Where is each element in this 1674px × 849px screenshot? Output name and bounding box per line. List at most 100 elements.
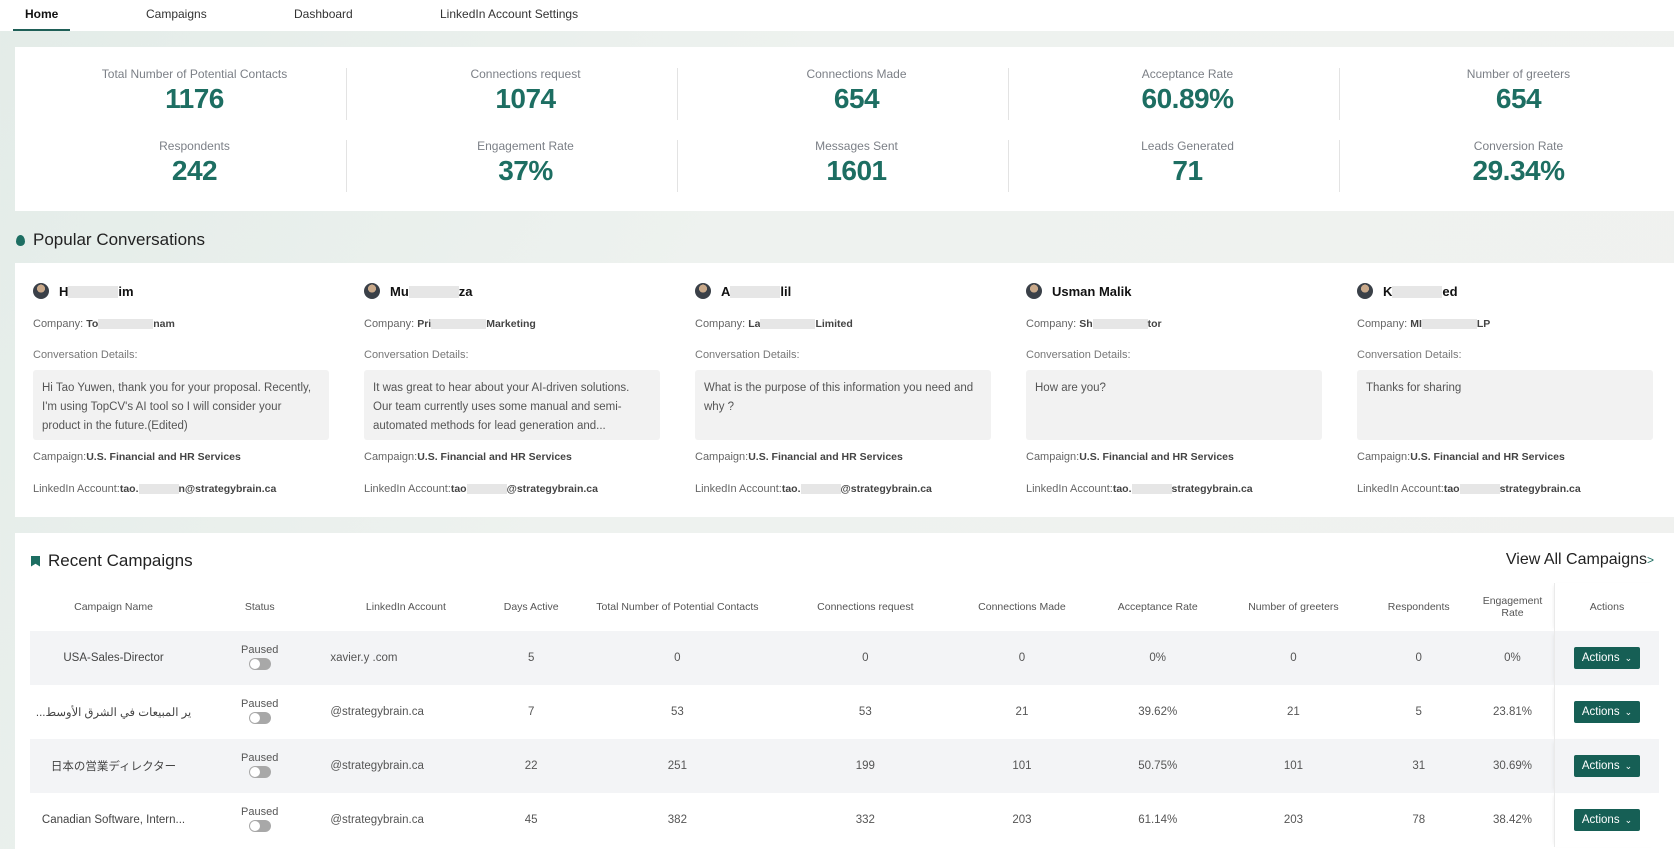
cell-days: 45: [524, 814, 538, 826]
cell-engagement: 0%: [1470, 631, 1555, 685]
campaign-name[interactable]: USA-Sales-Director: [30, 631, 198, 685]
contact-name: Usman Malik: [1052, 283, 1132, 299]
status-toggle[interactable]: [248, 819, 271, 832]
column-header: Number of greeters: [1248, 601, 1339, 613]
stat-label: Messages Sent: [815, 139, 898, 153]
cell-made: 21: [1015, 706, 1029, 718]
stat-card: Connections Made 654: [691, 67, 1022, 115]
cell-days: 5: [489, 631, 573, 685]
conversation-message: How are you?: [1026, 370, 1322, 440]
cell-requests: 332: [855, 814, 875, 826]
tab-linkedin-account-settings[interactable]: LinkedIn Account Settings: [440, 0, 578, 31]
stat-value: 654: [1495, 83, 1542, 114]
company-line: Company: MI LP: [1357, 318, 1491, 330]
status-toggle[interactable]: [248, 657, 271, 670]
stat-value: 1601: [826, 155, 887, 186]
status-toggle[interactable]: [248, 765, 271, 778]
tab-home[interactable]: Home: [12, 0, 71, 31]
actions-button[interactable]: Actions ⌄: [1573, 647, 1641, 669]
divider: [1008, 68, 1009, 120]
table-row: ...ير المبيعات في الشرق الأوسط Paused @s…: [30, 685, 1659, 739]
stat-label: Connections Made: [806, 67, 907, 81]
cell-greeters: 21: [1287, 706, 1300, 718]
stat-label: Connections request: [470, 67, 581, 81]
actions-button[interactable]: Actions ⌄: [1573, 701, 1641, 723]
linkedin-account: @strategybrain.ca: [330, 814, 424, 826]
column-header: Days Active: [503, 601, 559, 613]
cell-days: 22: [489, 739, 573, 793]
column-header: Respondents: [1387, 601, 1450, 613]
avatar: [364, 283, 380, 299]
status-label: Paused: [241, 643, 279, 656]
column-header: Acceptance Rate: [1117, 601, 1198, 613]
status-cell: Paused: [197, 739, 323, 793]
status-label: Paused: [241, 805, 279, 818]
column-header: LinkedIn Account: [365, 601, 446, 613]
contact-row: Usman Malik: [1026, 283, 1131, 299]
table-row: USA-Sales-Director Paused xavier.y .com 5…: [30, 631, 1659, 685]
cell-acceptance: 50.75%: [1095, 739, 1221, 793]
actions-cell: Actions ⌄: [1553, 793, 1659, 847]
campaign-name[interactable]: ...ير المبيعات في الشرق الأوسط: [30, 685, 197, 739]
recent-campaigns-header: Recent Campaigns: [31, 551, 193, 571]
cell-acceptance: 61.14%: [1138, 814, 1178, 826]
cell-respondents: 0: [1366, 631, 1471, 685]
cell-respondents: 31: [1366, 739, 1471, 793]
conversation-message: Thanks for sharing: [1357, 370, 1653, 440]
stat-label: Conversion Rate: [1473, 139, 1564, 153]
recent-campaigns-panel: Recent Campaigns View All Campaigns> Cam…: [15, 533, 1674, 849]
linkedin-account: xavier.y .com: [322, 631, 490, 685]
actions-button[interactable]: Actions ⌄: [1573, 809, 1641, 831]
linkedin-account: @strategybrain.ca: [330, 706, 424, 718]
stat-label: Leads Generated: [1141, 139, 1234, 153]
divider: [346, 140, 347, 192]
company-line: Company: Sh tor: [1026, 318, 1162, 330]
column-header: Actions: [1553, 583, 1659, 631]
popular-conversations-header: Popular Conversations: [16, 230, 205, 250]
cell-engagement: 38.42%: [1492, 814, 1532, 826]
popular-conversations-title: Popular Conversations: [33, 230, 205, 249]
cell-requests: 199: [781, 739, 949, 793]
stat-value: 654: [833, 83, 880, 114]
cell-requests: 0: [781, 631, 949, 685]
linkedin-account-line: LinkedIn Account:tao. n@strategybrain.ca: [33, 483, 277, 495]
campaigns-table: Campaign Name Status LinkedIn Account Days …: [30, 583, 1659, 847]
campaign-line: Campaign:U.S. Financial and HR Services: [364, 451, 572, 463]
actions-button[interactable]: Actions ⌄: [1573, 755, 1641, 777]
contact-name: Alil: [721, 283, 792, 299]
cell-potential: 0: [572, 631, 782, 685]
stat-label: Respondents: [159, 139, 230, 153]
cell-potential: 53: [670, 706, 684, 718]
view-all-campaigns-link[interactable]: View All Campaigns>: [1506, 551, 1654, 569]
status-cell: Paused: [197, 685, 322, 739]
contact-row: Ked: [1357, 283, 1458, 299]
company-line: Company: To nam: [33, 318, 175, 330]
linkedin-account-line: LinkedIn Account:tao. @strategybrain.ca: [695, 483, 932, 495]
chevron-down-icon: ⌄: [1624, 761, 1633, 771]
campaign-name[interactable]: 日本の営業ディレクター: [30, 739, 198, 793]
conversation-details-label: Conversation Details:: [1026, 349, 1131, 361]
cell-acceptance: 0%: [1095, 631, 1221, 685]
stat-value: 60.89%: [1141, 83, 1234, 114]
linkedin-account: @strategybrain.ca: [322, 739, 490, 793]
column-header: Total Number of Potential Contacts: [596, 601, 759, 613]
status-label: Paused: [241, 751, 279, 764]
column-header: Connections Made: [978, 601, 1066, 613]
column-header: Campaign Name: [74, 601, 153, 613]
cell-engagement: 23.81%: [1492, 706, 1532, 718]
cell-acceptance: 39.62%: [1138, 706, 1178, 718]
actions-cell: Actions ⌄: [1553, 685, 1659, 739]
conversation-details-label: Conversation Details:: [364, 349, 469, 361]
cell-made: 203: [1012, 814, 1032, 826]
avatar: [33, 283, 49, 299]
tab-dashboard[interactable]: Dashboard: [294, 0, 353, 31]
stat-card: Respondents 242: [29, 139, 360, 187]
chevron-right-icon: >: [1646, 553, 1654, 567]
stat-label: Total Number of Potential Contacts: [101, 67, 288, 81]
campaign-name[interactable]: Canadian Software, Intern...: [30, 793, 197, 847]
tab-campaigns[interactable]: Campaigns: [146, 0, 207, 31]
view-all-label: View All Campaigns: [1505, 551, 1647, 568]
cell-engagement: 30.69%: [1470, 739, 1555, 793]
column-header: Connections request: [817, 601, 914, 613]
status-toggle[interactable]: [248, 711, 271, 724]
